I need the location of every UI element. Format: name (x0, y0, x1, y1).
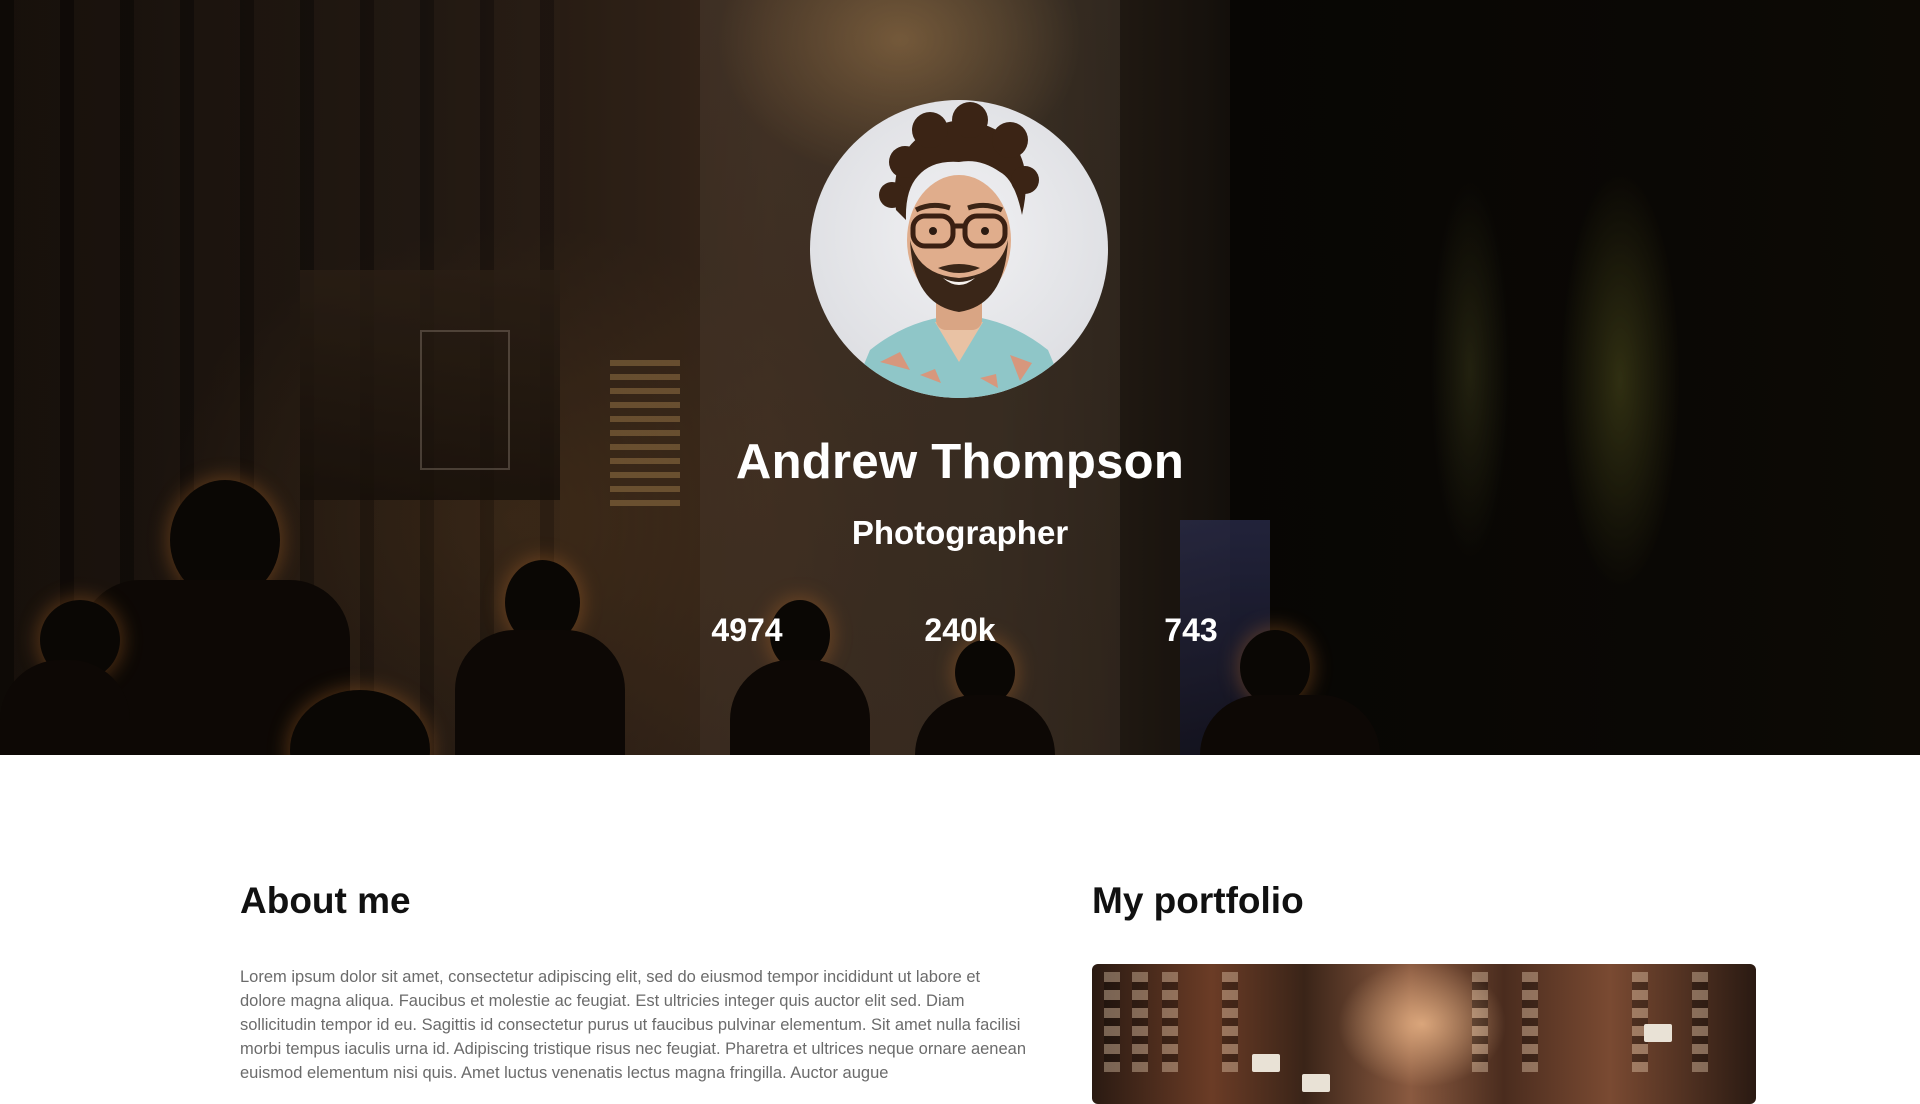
portfolio-image-detail (1632, 972, 1648, 1072)
portfolio-image-detail (1692, 972, 1708, 1072)
profile-photo-icon (850, 102, 1068, 398)
portfolio-image-detail (1104, 972, 1120, 1072)
stat-value-3: 743 (1164, 612, 1218, 648)
portfolio-image-detail (1644, 1024, 1672, 1042)
portfolio-image-detail (1132, 972, 1148, 1072)
portfolio-image-detail (1162, 972, 1178, 1072)
portfolio-image-detail (1302, 1074, 1330, 1092)
portfolio-image-detail (1472, 972, 1488, 1072)
profile-name: Andrew Thompson (735, 435, 1185, 489)
portfolio-image-detail (1252, 1054, 1280, 1072)
profile-avatar (810, 100, 1108, 398)
stat-value-1: 4974 (711, 612, 783, 648)
hero-content: Andrew Thompson Photographer 4974 240k 7… (0, 0, 1920, 755)
portfolio-title: My portfolio (1092, 880, 1304, 921)
portfolio-item-image[interactable] (1092, 964, 1756, 1104)
stat-value-2: 240k (924, 612, 996, 648)
profile-role: Photographer (851, 514, 1069, 551)
about-text: Lorem ipsum dolor sit amet, consectetur … (240, 968, 1027, 1082)
portfolio-image-detail (1522, 972, 1538, 1072)
portfolio-image-detail (1222, 972, 1238, 1072)
about-title: About me (240, 880, 411, 921)
hero-banner: Andrew Thompson Photographer 4974 240k 7… (0, 0, 1920, 755)
